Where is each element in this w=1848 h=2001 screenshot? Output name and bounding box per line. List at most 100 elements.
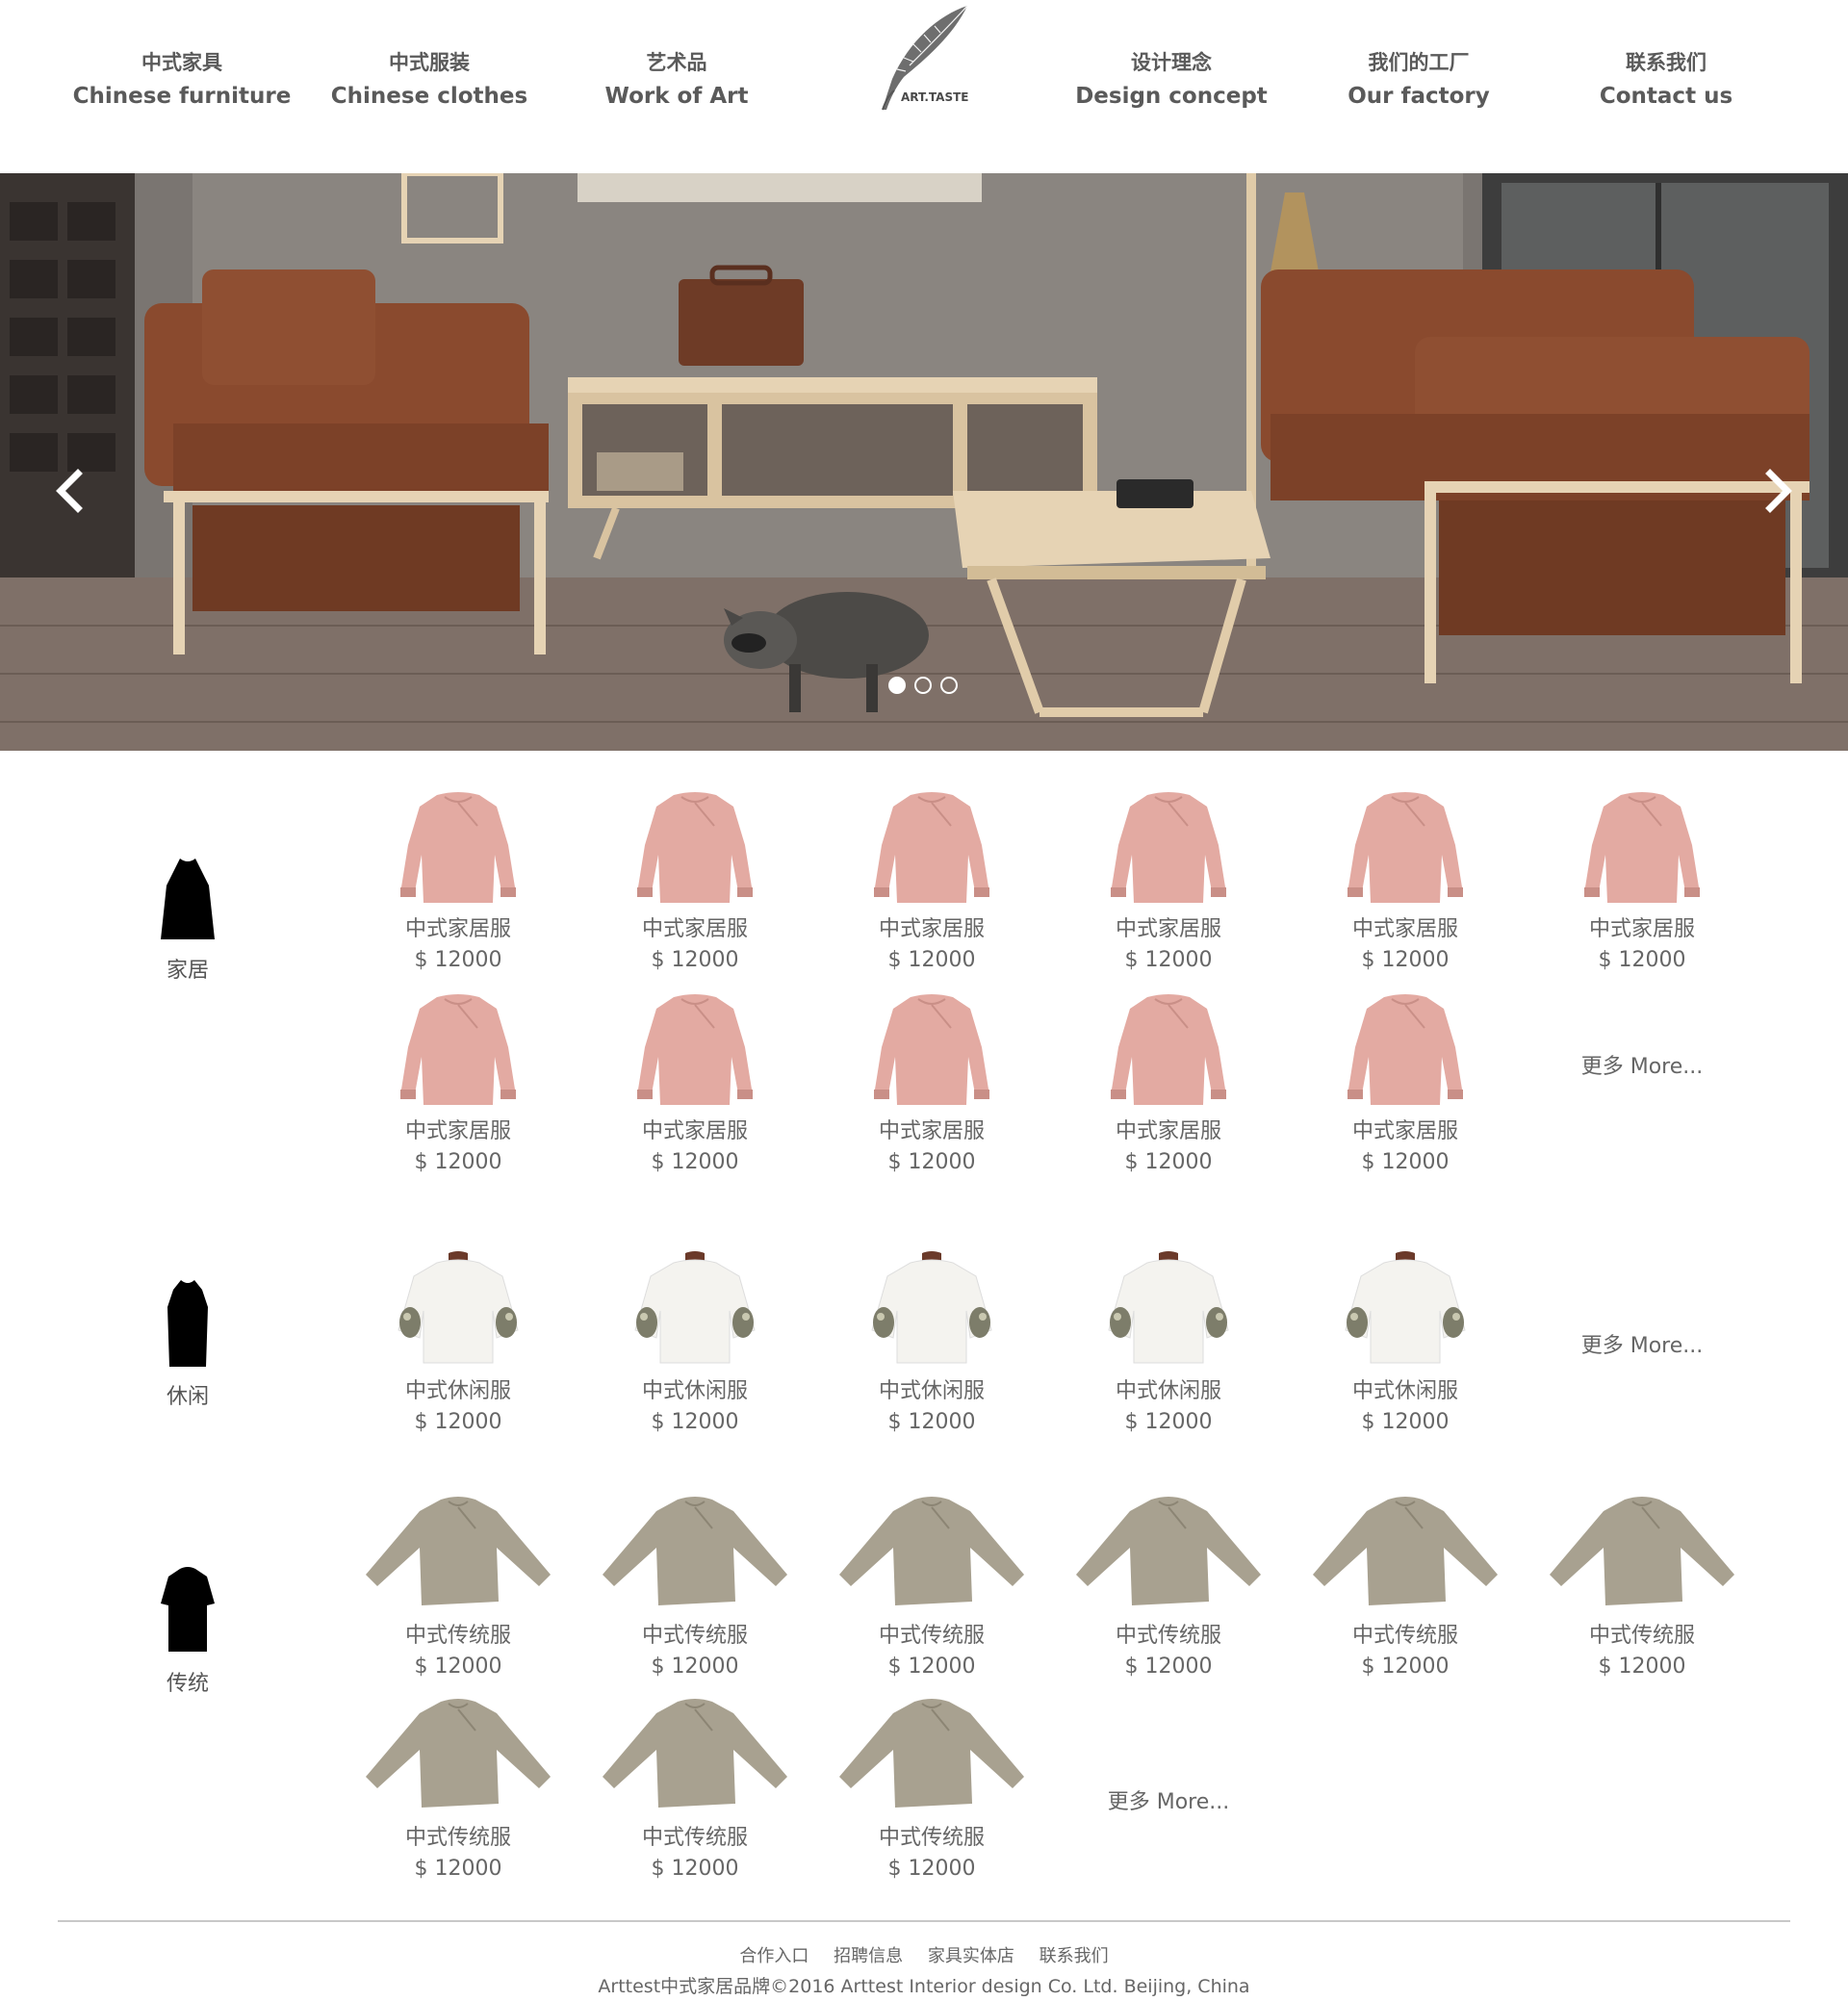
product-name[interactable]: 中式家居服 [1309,1116,1502,1147]
product-name[interactable]: 中式传统服 [362,1621,554,1652]
product-name[interactable]: 中式休闲服 [362,1376,554,1407]
product-name[interactable]: 中式传统服 [835,1823,1028,1854]
carousel-dot-3[interactable] [940,677,958,694]
grey-jacket-image[interactable] [599,1696,791,1823]
pink-jacket-image[interactable] [1072,787,1265,914]
product-card[interactable]: 中式家居服 $ 12000 [1072,989,1265,1178]
product-card[interactable]: 中式休闲服 $ 12000 [835,1249,1028,1438]
grey-jacket-image[interactable] [362,1494,554,1621]
nav-work-of-art[interactable]: 艺术品 Work of Art [552,46,802,114]
nav-chinese-furniture[interactable]: 中式家具 Chinese furniture [57,46,307,114]
product-card[interactable]: 中式家居服 $ 12000 [1072,787,1265,976]
pink-jacket-image[interactable] [1309,989,1502,1116]
product-price: $ 12000 [651,1857,739,1881]
pink-jacket-image[interactable] [835,787,1028,914]
product-name[interactable]: 中式家居服 [1072,1116,1265,1147]
product-name[interactable]: 中式传统服 [599,1621,791,1652]
product-card[interactable]: 中式传统服 $ 12000 [1546,1494,1738,1682]
more-link[interactable]: 更多 More... [1072,1784,1265,1815]
product-name[interactable]: 中式家居服 [599,914,791,945]
product-name[interactable]: 中式传统服 [362,1823,554,1854]
pink-jacket-image[interactable] [362,787,554,914]
grey-jacket-image[interactable] [1309,1494,1502,1621]
product-name[interactable]: 中式传统服 [1309,1621,1502,1652]
nav-our-factory[interactable]: 我们的工厂 Our factory [1294,46,1544,114]
product-name[interactable]: 中式传统服 [835,1621,1028,1652]
white-shirt-image[interactable] [1309,1249,1502,1376]
more-link[interactable]: 更多 More... [1546,1328,1738,1359]
pink-jacket-image[interactable] [835,989,1028,1116]
product-card[interactable]: 中式传统服 $ 12000 [362,1494,554,1682]
product-card[interactable]: 中式传统服 $ 12000 [835,1696,1028,1885]
pink-jacket-image[interactable] [1546,787,1738,914]
product-card[interactable]: 中式休闲服 $ 12000 [362,1249,554,1438]
grey-jacket-image[interactable] [835,1696,1028,1823]
white-shirt-image[interactable] [835,1249,1028,1376]
product-card[interactable]: 中式家居服 $ 12000 [599,989,791,1178]
product-card[interactable]: 中式休闲服 $ 12000 [1309,1249,1502,1438]
product-price: $ 12000 [1598,948,1686,972]
nav-chinese-clothes[interactable]: 中式服装 Chinese clothes [304,46,554,114]
product-card[interactable]: 中式家居服 $ 12000 [599,787,791,976]
product-card[interactable]: 中式休闲服 $ 12000 [599,1249,791,1438]
product-name[interactable]: 中式家居服 [599,1116,791,1147]
carousel-dot-2[interactable] [914,677,932,694]
white-shirt-image[interactable] [362,1249,554,1376]
footer-link-contact[interactable]: 联系我们 [1040,1946,1109,1966]
pink-jacket-image[interactable] [1072,989,1265,1116]
pink-jacket-image[interactable] [1309,787,1502,914]
product-card[interactable]: 中式传统服 $ 12000 [599,1494,791,1682]
product-card[interactable]: 中式传统服 $ 12000 [835,1494,1028,1682]
grey-jacket-image[interactable] [1072,1494,1265,1621]
product-name[interactable]: 中式传统服 [599,1823,791,1854]
product-name[interactable]: 中式家居服 [362,914,554,945]
product-card[interactable]: 中式家居服 $ 12000 [1546,787,1738,976]
product-name[interactable]: 中式家居服 [1309,914,1502,945]
product-name[interactable]: 中式传统服 [1546,1621,1738,1652]
product-card[interactable]: 中式家居服 $ 12000 [362,989,554,1178]
product-name[interactable]: 中式家居服 [835,1116,1028,1147]
product-card[interactable]: 中式家居服 $ 12000 [362,787,554,976]
grey-jacket-image[interactable] [1546,1494,1738,1621]
product-name[interactable]: 中式休闲服 [835,1376,1028,1407]
category-home[interactable]: 家居 [140,857,236,984]
carousel-next-button[interactable] [1747,462,1805,520]
product-name[interactable]: 中式家居服 [1546,914,1738,945]
product-name[interactable]: 中式休闲服 [599,1376,791,1407]
product-card[interactable]: 中式传统服 $ 12000 [599,1696,791,1885]
product-card[interactable]: 中式传统服 $ 12000 [362,1696,554,1885]
nav-design-concept[interactable]: 设计理念 Design concept [1046,46,1296,114]
footer-link-stores[interactable]: 家具实体店 [928,1946,1014,1966]
product-card[interactable]: 中式休闲服 $ 12000 [1072,1249,1265,1438]
pink-jacket-image[interactable] [362,989,554,1116]
pink-jacket-image[interactable] [599,787,791,914]
product-card[interactable]: 中式家居服 $ 12000 [835,989,1028,1178]
footer-link-jobs[interactable]: 招聘信息 [834,1946,903,1966]
category-casual[interactable]: 休闲 [140,1278,236,1410]
product-name[interactable]: 中式家居服 [835,914,1028,945]
product-card[interactable]: 中式家居服 $ 12000 [1309,787,1502,976]
product-name[interactable]: 中式传统服 [1072,1621,1265,1652]
grey-jacket-image[interactable] [362,1696,554,1823]
product-card[interactable]: 中式家居服 $ 12000 [1309,989,1502,1178]
white-shirt-image[interactable] [1072,1249,1265,1376]
grey-jacket-image[interactable] [599,1494,791,1621]
nav-contact-us[interactable]: 联系我们 Contact us [1541,46,1791,114]
product-name[interactable]: 中式休闲服 [1309,1376,1502,1407]
product-name[interactable]: 中式家居服 [362,1116,554,1147]
carousel-prev-button[interactable] [43,462,101,520]
pink-jacket-image[interactable] [599,989,791,1116]
product-name[interactable]: 中式休闲服 [1072,1376,1265,1407]
product-card[interactable]: 中式家居服 $ 12000 [835,787,1028,976]
product-name[interactable]: 中式家居服 [1072,914,1265,945]
product-card[interactable]: 中式传统服 $ 12000 [1309,1494,1502,1682]
white-shirt-image[interactable] [599,1249,791,1376]
more-link[interactable]: 更多 More... [1546,1049,1738,1080]
carousel-dot-1[interactable] [888,677,906,694]
footer-link-partner[interactable]: 合作入口 [739,1946,808,1966]
pink-jacket-image-svg [1584,792,1700,903]
category-traditional[interactable]: 传统 [140,1565,236,1697]
product-card[interactable]: 中式传统服 $ 12000 [1072,1494,1265,1682]
grey-jacket-image[interactable] [835,1494,1028,1621]
hero-carousel[interactable] [0,173,1848,751]
